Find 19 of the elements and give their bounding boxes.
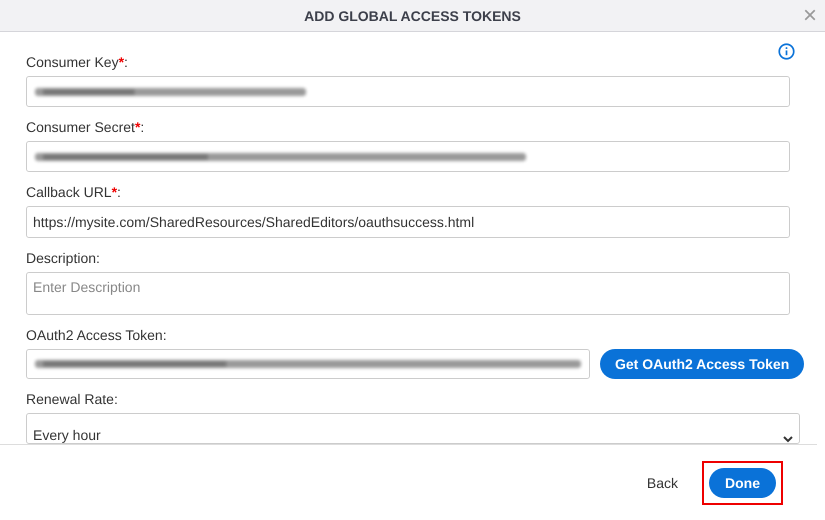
field-label: Callback URL*: (26, 184, 122, 200)
input-field[interactable]: https://mysite.com/SharedResources/SharedEditors/oauthsuccess.html (26, 206, 790, 238)
select-field[interactable]: Every hour (26, 412, 800, 444)
caret-icon (783, 435, 793, 444)
back-button[interactable]: Back (640, 474, 684, 492)
description-field[interactable]: Enter Description (26, 272, 790, 315)
field-label: OAuth2 Access Token: (26, 326, 168, 343)
field-label: Description: (26, 250, 101, 266)
field-label: Renewal Rate: (26, 390, 119, 407)
input-field[interactable] (26, 348, 590, 379)
field-label: Consumer Key*: (26, 54, 129, 70)
close-button[interactable]: × (798, 4, 821, 28)
done-button[interactable]: Done (709, 468, 776, 498)
get-token-button[interactable]: Get OAuth2 Access Token (600, 348, 804, 379)
field-label: Consumer Secret*: (26, 119, 146, 136)
input-field[interactable] (26, 76, 790, 108)
dialog-title: ADD GLOBAL ACCESS TOKENS (304, 8, 521, 24)
info-icon[interactable] (778, 43, 795, 60)
input-field[interactable] (26, 141, 790, 172)
